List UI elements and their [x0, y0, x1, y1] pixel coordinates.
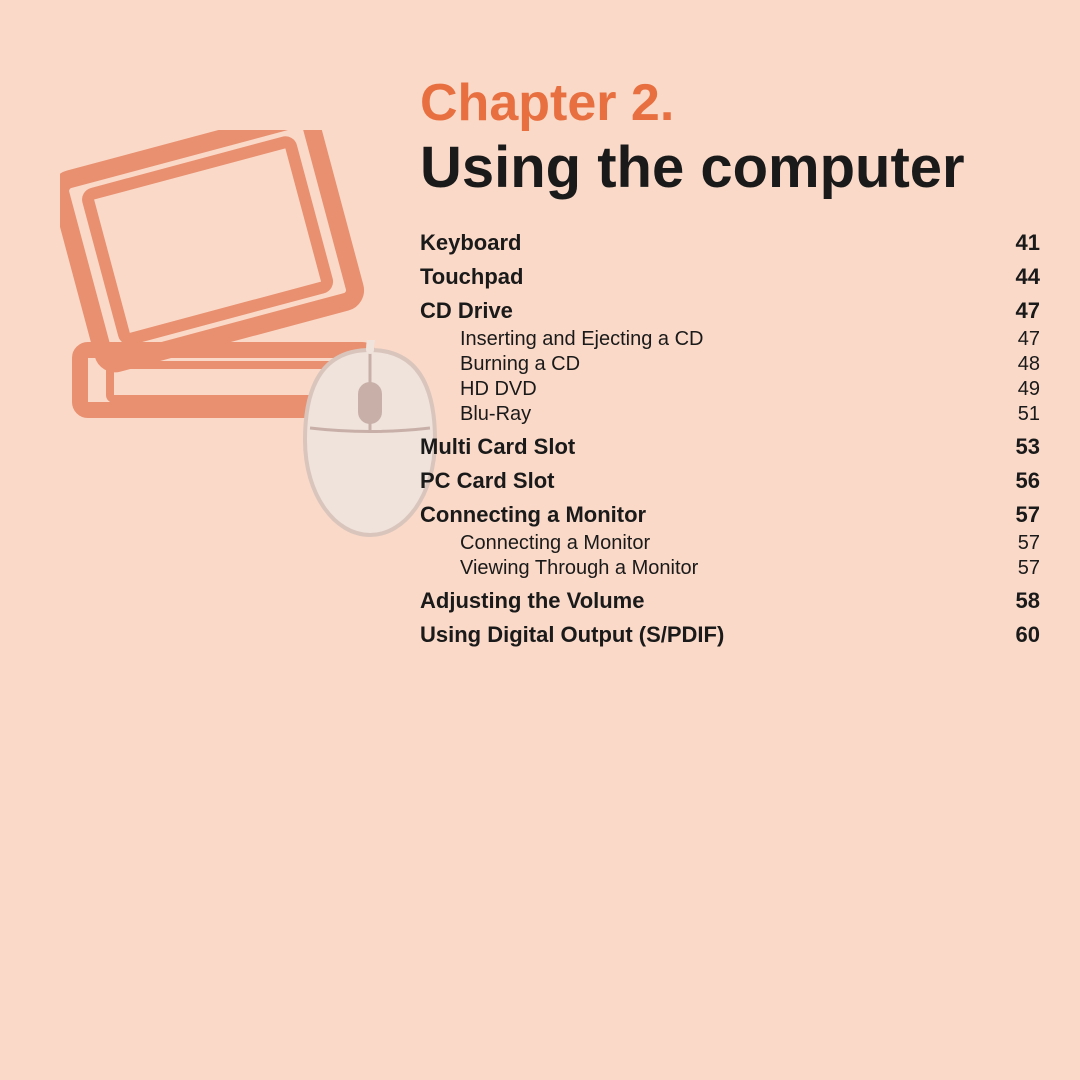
toc-item: CD Drive47	[420, 298, 1040, 324]
toc-label: Burning a CD	[460, 353, 1000, 376]
toc-label: Multi Card Slot	[420, 434, 1000, 460]
toc-item: HD DVD49	[420, 378, 1040, 401]
toc-item: Viewing Through a Monitor57	[420, 557, 1040, 580]
toc-page: 41	[1000, 230, 1040, 256]
toc-item: PC Card Slot56	[420, 468, 1040, 494]
toc-label: PC Card Slot	[420, 468, 1000, 494]
toc-page: 47	[1000, 328, 1040, 351]
toc-label: CD Drive	[420, 298, 1000, 324]
toc-page: 49	[1000, 378, 1040, 401]
toc-page: 60	[1000, 622, 1040, 648]
toc-item: Blu-Ray51	[420, 403, 1040, 426]
toc-page: 56	[1000, 468, 1040, 494]
toc-label: Touchpad	[420, 264, 1000, 290]
toc-item: Connecting a Monitor57	[420, 502, 1040, 528]
chapter-label: Chapter 2.	[420, 75, 1040, 132]
toc-label: Connecting a Monitor	[460, 532, 1000, 555]
toc-label: Inserting and Ejecting a CD	[460, 328, 1000, 351]
table-of-contents: Keyboard41Touchpad44CD Drive47Inserting …	[420, 230, 1040, 648]
page: Chapter 2. Using the computer Keyboard41…	[0, 0, 1080, 1080]
toc-page: 47	[1000, 298, 1040, 324]
toc-item: Touchpad44	[420, 264, 1040, 290]
toc-label: Adjusting the Volume	[420, 588, 1000, 614]
toc-label: Using Digital Output (S/PDIF)	[420, 622, 1000, 648]
toc-item: Connecting a Monitor57	[420, 532, 1040, 555]
toc-item: Inserting and Ejecting a CD47	[420, 328, 1040, 351]
toc-label: Blu-Ray	[460, 403, 1000, 426]
toc-label: Connecting a Monitor	[420, 502, 1000, 528]
content-area: Chapter 2. Using the computer Keyboard41…	[420, 75, 1040, 652]
toc-label: Keyboard	[420, 230, 1000, 256]
toc-item: Using Digital Output (S/PDIF)60	[420, 622, 1040, 648]
toc-page: 58	[1000, 588, 1040, 614]
toc-page: 57	[1000, 502, 1040, 528]
toc-page: 44	[1000, 264, 1040, 290]
toc-page: 57	[1000, 557, 1040, 580]
toc-page: 57	[1000, 532, 1040, 555]
toc-item: Multi Card Slot53	[420, 434, 1040, 460]
toc-page: 53	[1000, 434, 1040, 460]
toc-item: Adjusting the Volume58	[420, 588, 1040, 614]
toc-page: 48	[1000, 353, 1040, 376]
chapter-title: Using the computer	[420, 136, 1040, 200]
toc-item: Keyboard41	[420, 230, 1040, 256]
toc-page: 51	[1000, 403, 1040, 426]
toc-label: Viewing Through a Monitor	[460, 557, 1000, 580]
toc-item: Burning a CD48	[420, 353, 1040, 376]
toc-label: HD DVD	[460, 378, 1000, 401]
